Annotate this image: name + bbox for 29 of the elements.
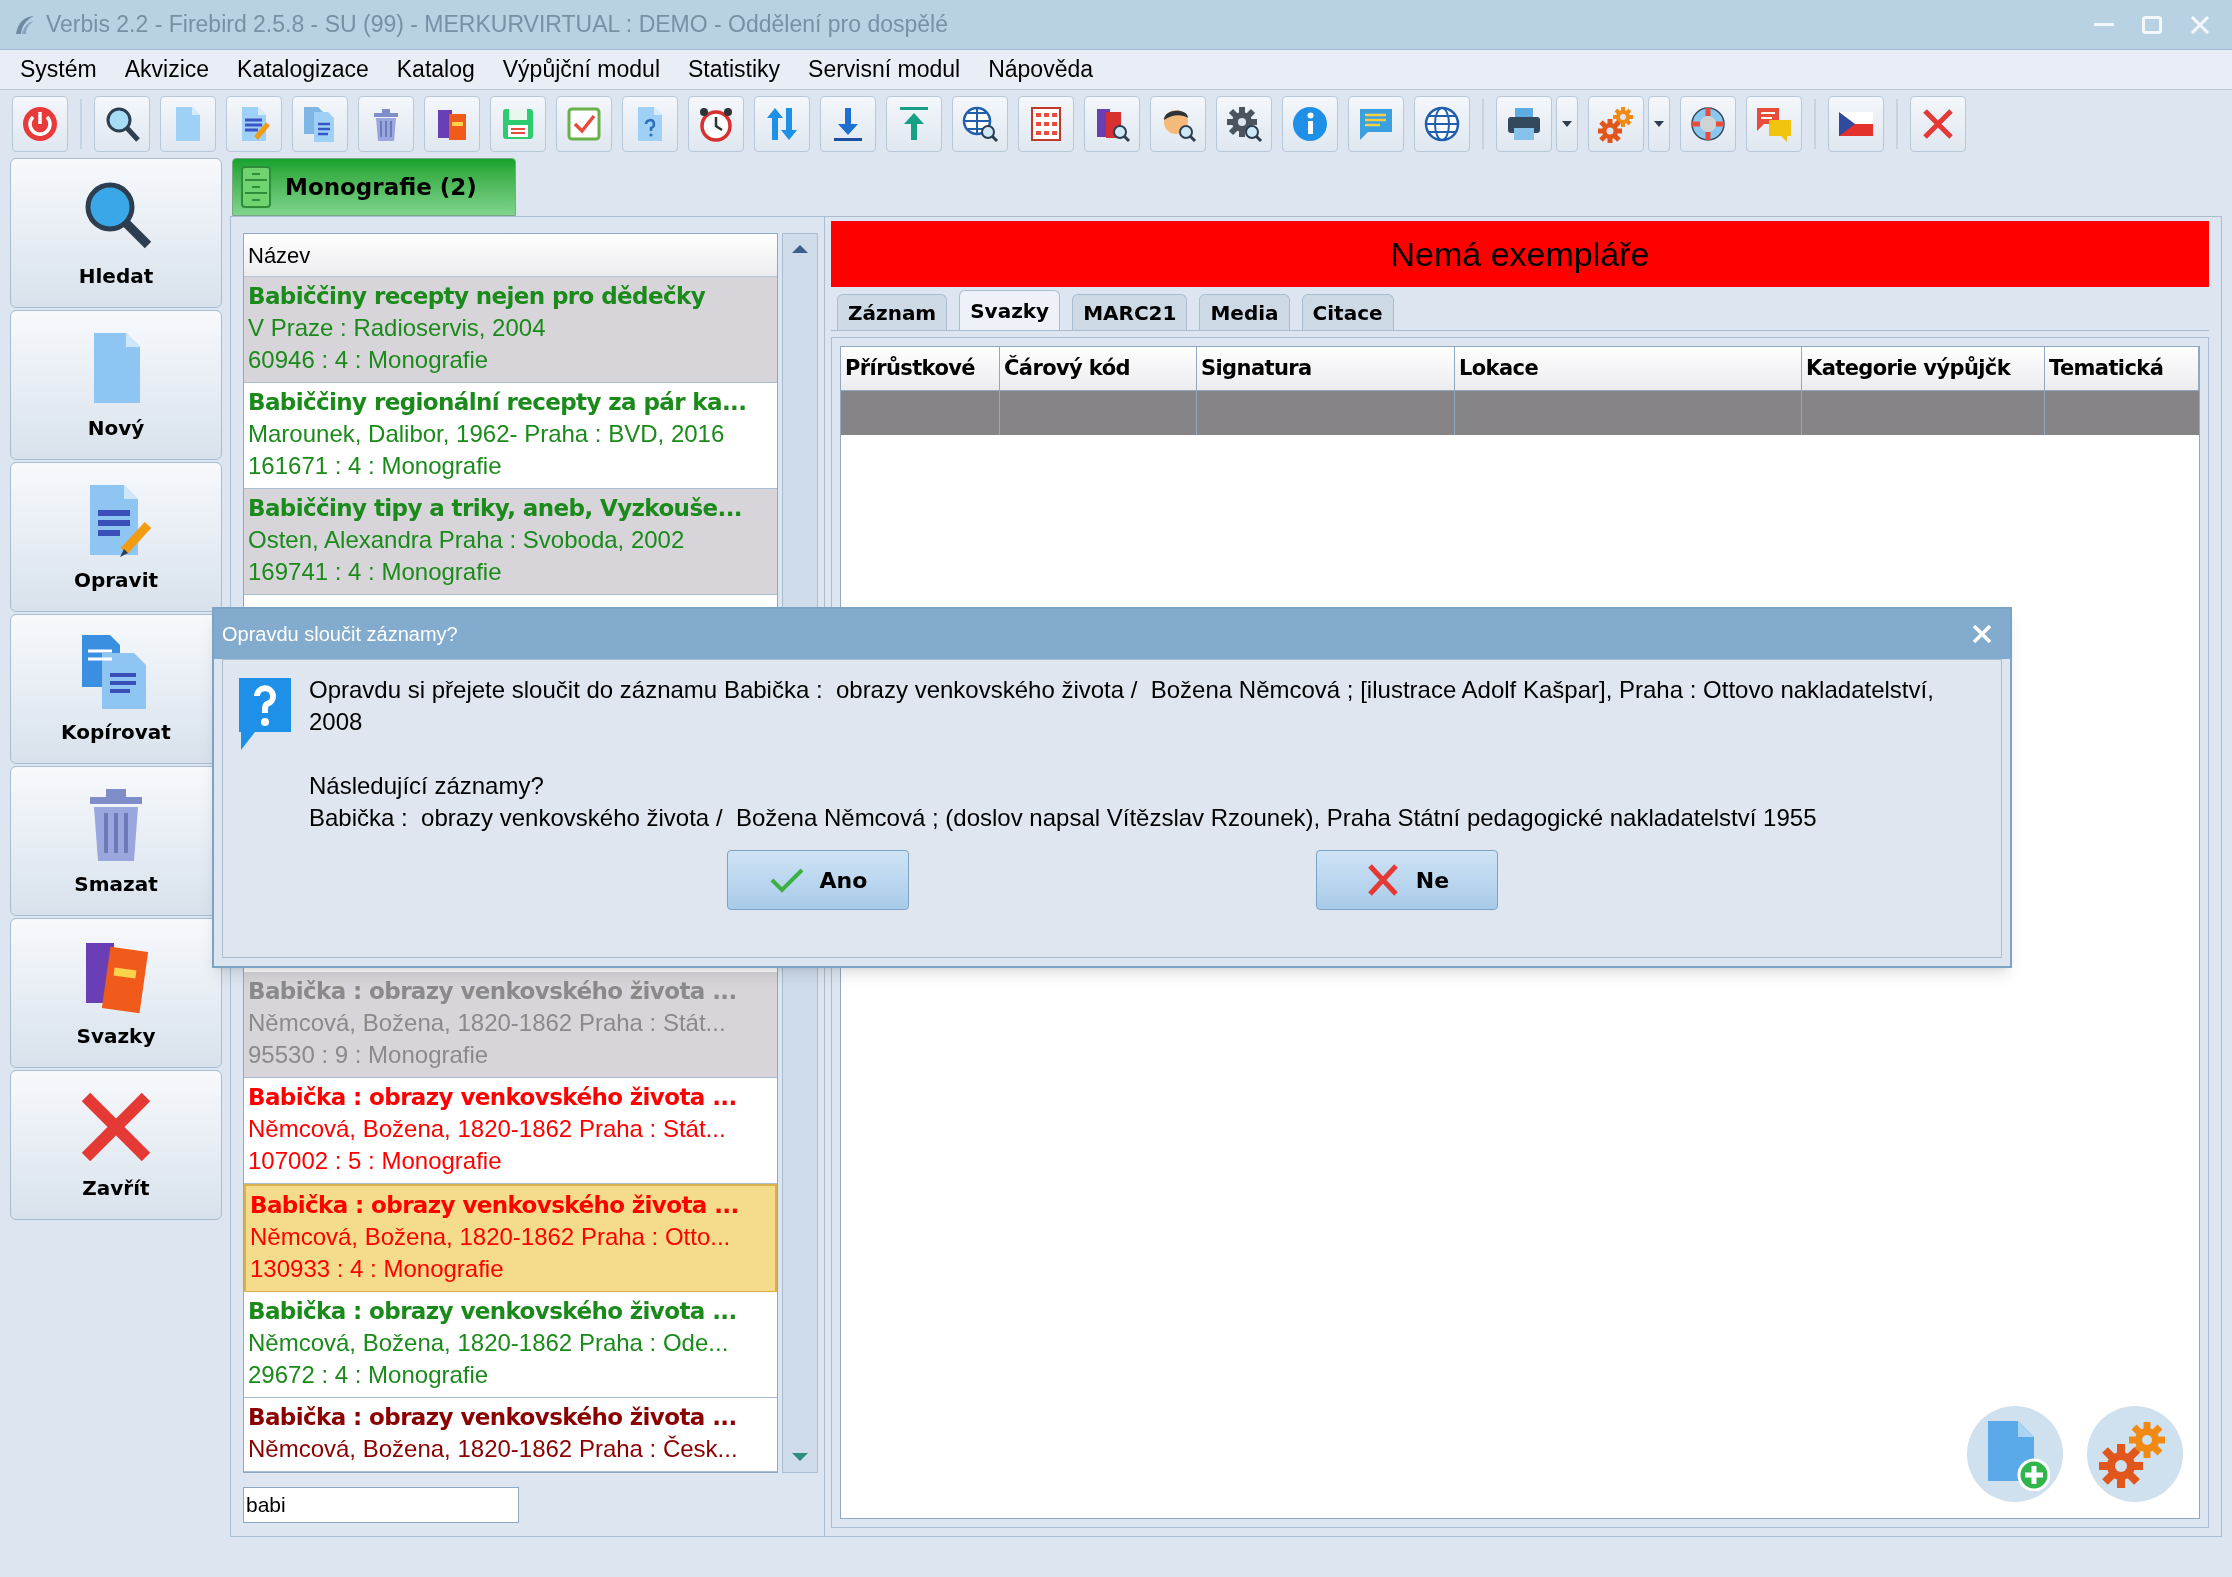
record-title: Babička : obrazy venkovského života ... bbox=[248, 1083, 738, 1112]
record-info: 60946 : 4 : Monografie bbox=[248, 345, 490, 375]
record-title: Babička : obrazy venkovského života ... bbox=[248, 1403, 738, 1432]
dialog-title: Opravdu sloučit záznamy? bbox=[222, 622, 458, 647]
record-author: Marounek, Dalibor, 1962- Praha : BVD, 2016 bbox=[248, 419, 726, 449]
record-author: Němcová, Božena, 1820-1862 Praha : Česk... bbox=[248, 1434, 739, 1464]
dialog-message: Opravdu si přejete sloučit do záznamu Babička : obrazy venkovského života / Božena Němcová ; [ilustrace Adolf Kašpar], Praha : Ottovo nakladatelství, 2008 bbox=[309, 675, 1935, 737]
record-title: Babiččiny regionální recepty za pár ka... bbox=[248, 388, 748, 417]
record-info: 107002 : 5 : Monografie bbox=[248, 1146, 503, 1176]
record-info: 95530 : 9 : Monografie bbox=[248, 1040, 490, 1070]
dialog-question: Následující záznamy? bbox=[309, 771, 545, 801]
record-info: 29672 : 4 : Monografie bbox=[248, 1360, 490, 1390]
record-info: 169741 : 4 : Monografie bbox=[248, 557, 503, 587]
record-title: Babička : obrazy venkovského života ... bbox=[248, 977, 738, 1006]
record-author: V Praze : Radioservis, 2004 bbox=[248, 313, 547, 343]
status-banner: Nemá exempláře bbox=[831, 221, 2209, 287]
dialog-records: Babička : obrazy venkovského života / Božena Němcová ; (doslov napsal Vítězslav Rzounek), Praha Státní pedagogické nakladatelství 1955 bbox=[309, 803, 1818, 833]
record-info: 161671 : 4 : Monografie bbox=[248, 451, 503, 481]
record-title: Babiččiny tipy a triky, aneb, Vyzkouše... bbox=[248, 494, 743, 523]
window-title: Verbis 2.2 - Firebird 2.5.8 - SU (99) - MERKURVIRTUAL : DEMO - Oddělení pro dospělé bbox=[46, 10, 949, 40]
record-title: Babička : obrazy venkovského života ... bbox=[248, 1297, 738, 1326]
record-author: Němcová, Božena, 1820-1862 Praha : Ode... bbox=[248, 1328, 730, 1358]
record-title: Babička : obrazy venkovského života ... bbox=[250, 1191, 740, 1220]
record-author: Němcová, Božena, 1820-1862 Praha : Stát... bbox=[248, 1114, 727, 1144]
record-info: 130933 : 4 : Monografie bbox=[250, 1254, 505, 1284]
record-author: Němcová, Božena, 1820-1862 Praha : Stát... bbox=[248, 1008, 727, 1038]
record-author: Osten, Alexandra Praha : Svoboda, 2002 bbox=[248, 525, 686, 555]
record-title: Babiččiny recepty nejen pro dědečky bbox=[248, 282, 707, 311]
record-author: Němcová, Božena, 1820-1862 Praha : Otto... bbox=[250, 1222, 732, 1252]
